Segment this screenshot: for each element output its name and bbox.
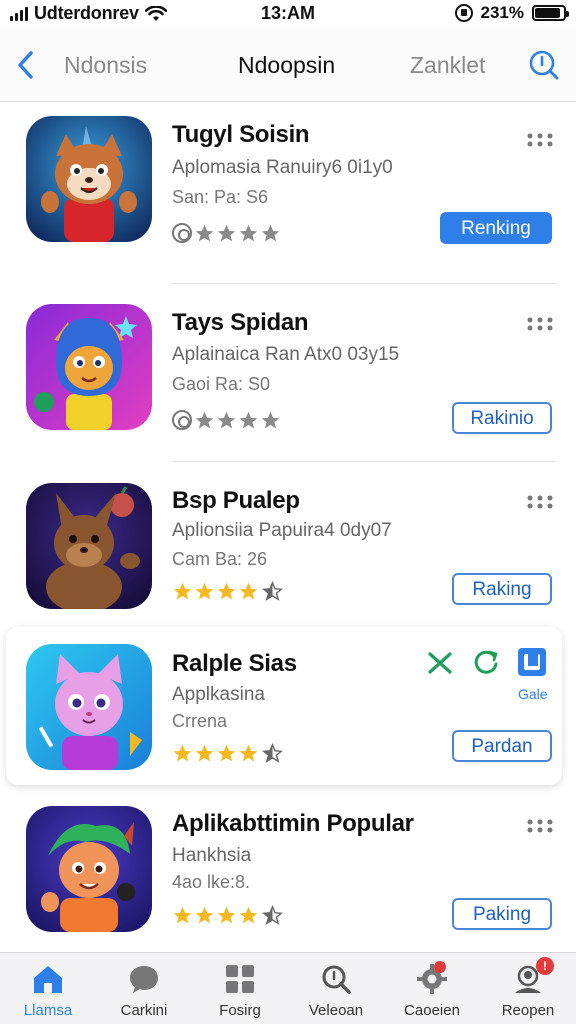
home-icon — [34, 966, 62, 993]
ranking-button[interactable]: Raking — [452, 573, 552, 605]
app-subtitle: Hankhsia — [172, 845, 252, 866]
status-bar: Udterdonrev 13:AM 231% — [0, 0, 576, 28]
app-name[interactable]: Bsp Pualep — [172, 487, 300, 515]
star-icon — [173, 744, 192, 761]
app-icon-fox[interactable] — [26, 116, 152, 242]
star-icon — [239, 906, 258, 923]
rating-badge-icon — [172, 410, 192, 430]
tab-chat[interactable]: Carkini — [96, 953, 192, 1024]
star-icon — [239, 582, 258, 599]
star-icon — [173, 906, 192, 923]
star-icon — [261, 224, 280, 241]
star-icon — [173, 582, 192, 599]
star-icon — [195, 411, 214, 428]
app-meta: Gaoi Ra: S0 — [172, 374, 271, 394]
bookmark-icon[interactable] — [516, 646, 548, 678]
notification-dot — [434, 961, 446, 973]
more-options-icon[interactable] — [526, 494, 554, 510]
notification-badge: ! — [536, 957, 554, 975]
tab-label: Fosirg — [219, 1002, 261, 1019]
star-icon — [239, 411, 258, 428]
tab-settings[interactable]: Caoeien — [384, 953, 480, 1024]
row-divider — [172, 283, 556, 284]
tab-label: Veleoan — [308, 1002, 364, 1019]
battery-level — [535, 8, 561, 18]
refresh-icon[interactable] — [470, 646, 502, 678]
app-meta: San: Pa: S6 — [172, 187, 269, 207]
half-star-icon — [262, 742, 283, 763]
rating-badge-icon — [172, 223, 192, 243]
star-icon — [195, 906, 214, 923]
star-icon — [195, 582, 214, 599]
app-icon-creature[interactable] — [26, 304, 152, 430]
more-options-icon[interactable] — [526, 132, 554, 148]
ranking-button[interactable]: Pardan — [452, 730, 552, 762]
ranking-button[interactable]: Renking — [440, 212, 552, 244]
battery-icon — [532, 5, 569, 21]
rating — [172, 221, 281, 245]
app-name[interactable]: Ralple Sias — [172, 650, 297, 678]
search-icon[interactable] — [526, 48, 560, 82]
app-subtitle: Aplionsiia Papuira4 0dy07 — [172, 520, 392, 541]
rating — [172, 408, 281, 432]
app-name[interactable]: Tays Spidan — [172, 309, 309, 337]
half-star-icon — [262, 904, 283, 925]
app-meta: 4ao lke:8. — [172, 872, 251, 892]
star-icon — [217, 224, 236, 241]
nav-right-label[interactable]: Zanklet — [410, 52, 485, 79]
star-icon — [217, 582, 236, 599]
rating — [172, 741, 283, 765]
app-subtitle: Aplainaica Ran Atx0 03y15 — [172, 344, 400, 365]
star-icon — [217, 744, 236, 761]
rating — [172, 903, 283, 927]
tab-bar: Llamsa Carkini Fosirg Veleoan Caoeien ! … — [0, 952, 576, 1024]
app-meta: Crrena — [172, 711, 228, 731]
tab-home[interactable]: Llamsa — [0, 953, 96, 1024]
rating — [172, 579, 283, 603]
tab-search[interactable]: Veleoan — [288, 953, 384, 1024]
app-name[interactable]: Aplikabttimin Popular — [172, 810, 414, 838]
star-icon — [239, 744, 258, 761]
tab-profile[interactable]: ! Reopen — [480, 953, 576, 1024]
app-icon-kangaroo[interactable] — [26, 483, 152, 609]
tab-label: Carkini — [120, 1002, 168, 1019]
grid-icon — [226, 965, 254, 993]
more-options-icon[interactable] — [526, 316, 554, 332]
row-divider — [172, 461, 556, 462]
tab-grid[interactable]: Fosirg — [192, 953, 288, 1024]
close-icon[interactable] — [424, 646, 456, 678]
app-meta: Cam Ba: 26 — [172, 549, 268, 569]
app-subtitle: Aplomasia Ranuiry6 0i1y0 — [172, 157, 393, 178]
star-icon — [195, 224, 214, 241]
battery-percent: 231% — [480, 3, 524, 22]
star-icon — [239, 224, 258, 241]
nav-left-label[interactable]: Ndonsis — [64, 52, 147, 79]
star-icon — [195, 744, 214, 761]
app-icon-character[interactable] — [26, 806, 152, 932]
ranking-button[interactable]: Paking — [452, 898, 552, 930]
chevron-left-icon[interactable] — [12, 48, 40, 82]
star-icon — [261, 411, 280, 428]
star-icon — [217, 906, 236, 923]
nav-bar: Ndonsis Ndoopsin Zanklet — [0, 28, 576, 102]
quick-actions — [424, 646, 548, 678]
page-title: Ndoopsin — [238, 52, 336, 78]
more-options-icon[interactable] — [526, 818, 554, 834]
tab-label: Llamsa — [23, 1002, 73, 1019]
action-label[interactable]: Gale — [518, 686, 548, 702]
tab-label: Reopen — [501, 1002, 555, 1019]
star-icon — [217, 411, 236, 428]
half-star-icon — [262, 580, 283, 601]
rotation-lock-icon — [454, 4, 473, 22]
app-name[interactable]: Tugyl Soisin — [172, 121, 310, 149]
status-right: 231% — [454, 3, 569, 23]
app-subtitle: Applkasina — [172, 684, 265, 705]
chat-icon — [130, 966, 158, 993]
tab-label: Caoeien — [404, 1002, 460, 1019]
ranking-button[interactable]: Rakinio — [452, 402, 552, 434]
app-icon-cat[interactable] — [26, 644, 152, 770]
search-icon — [322, 965, 351, 994]
